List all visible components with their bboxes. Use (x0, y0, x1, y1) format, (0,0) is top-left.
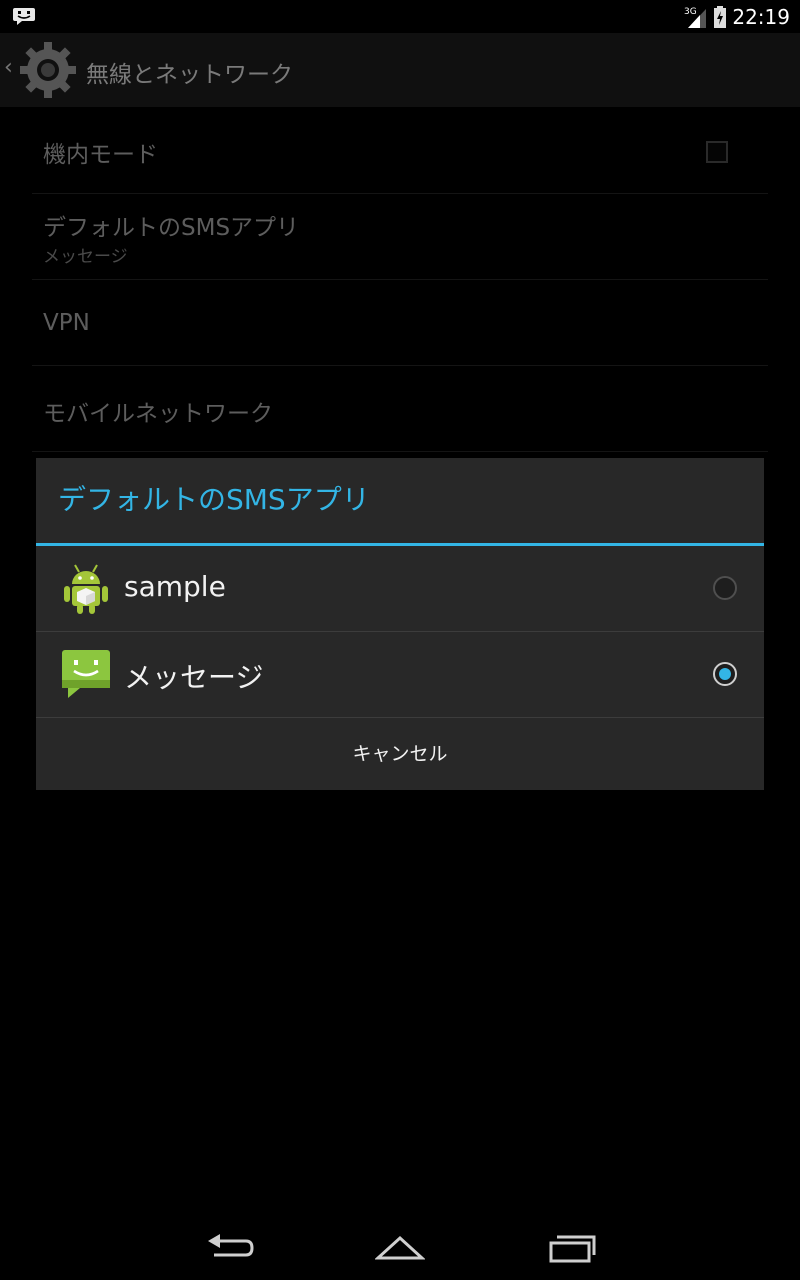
option-label: sample (124, 570, 226, 603)
cancel-button[interactable]: キャンセル (36, 719, 764, 790)
signal-3g-icon: 3G (684, 7, 707, 28)
message-notification-icon (13, 8, 35, 25)
action-bar: ‹ 無線とネットワーク (0, 33, 800, 107)
network-type-label: 3G (684, 7, 697, 17)
messaging-app-icon (62, 650, 110, 698)
default-sms-app-summary: メッセージ (43, 247, 128, 267)
battery-icon (714, 6, 727, 28)
default-sms-app-dialog: デフォルトのSMSアプリ sample メッセージ キャンセル (36, 458, 764, 790)
default-sms-app-label: デフォルトのSMSアプリ (43, 215, 300, 241)
dialog-title: デフォルトのSMSアプリ (58, 483, 370, 516)
option-sample[interactable]: sample (36, 546, 764, 632)
vpn-item[interactable]: VPN (32, 280, 768, 366)
page-title: 無線とネットワーク (86, 62, 293, 88)
home-icon[interactable] (368, 1224, 432, 1272)
mobile-network-item[interactable]: モバイルネットワーク (32, 366, 768, 452)
mobile-network-label: モバイルネットワーク (43, 401, 273, 427)
airplane-mode-item[interactable]: 機内モード (32, 107, 768, 194)
navigation-bar (0, 1216, 800, 1280)
chevron-left-icon[interactable]: ‹ (4, 55, 13, 80)
airplane-mode-checkbox[interactable] (706, 141, 728, 163)
vpn-label: VPN (43, 310, 90, 336)
option-label: メッセージ (124, 661, 264, 694)
status-bar: 3G 22:19 (0, 0, 800, 33)
recents-icon[interactable] (540, 1224, 604, 1272)
radio-button-checked[interactable] (713, 662, 737, 686)
status-icons: 3G 22:19 (684, 4, 790, 30)
back-icon[interactable] (198, 1224, 262, 1272)
clock: 22:19 (732, 5, 790, 29)
airplane-mode-label: 機内モード (43, 142, 158, 168)
default-sms-app-item[interactable]: デフォルトのSMSアプリ メッセージ (32, 194, 768, 280)
option-messages[interactable]: メッセージ (36, 632, 764, 718)
android-robot-icon (64, 564, 108, 614)
radio-button-unchecked[interactable] (713, 576, 737, 600)
settings-gear-icon[interactable] (18, 40, 78, 100)
